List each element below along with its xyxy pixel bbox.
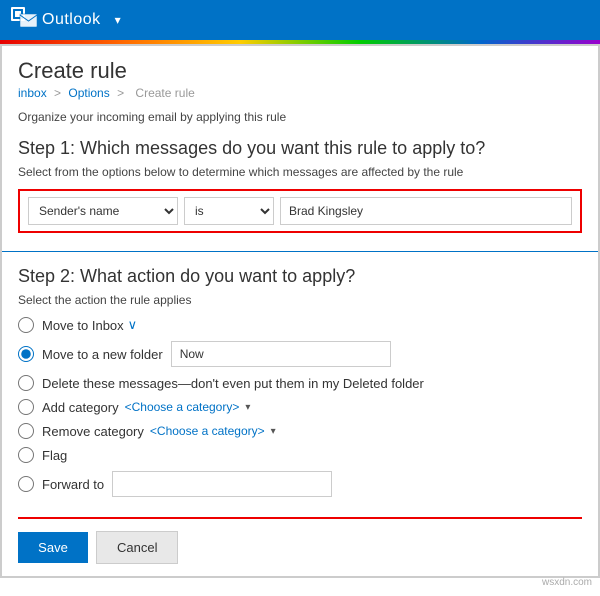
- add-category-dropdown[interactable]: <Choose a category>: [125, 400, 240, 414]
- page-title: Create rule: [18, 58, 582, 84]
- action-item-move-folder: Move to a new folder: [18, 341, 582, 367]
- action-label-remove-category[interactable]: Remove category <Choose a category> ▾: [42, 424, 276, 439]
- button-row: Save Cancel: [18, 517, 582, 564]
- action-radio-add-category[interactable]: [18, 399, 34, 415]
- new-folder-input[interactable]: [171, 341, 391, 367]
- page-description: Organize your incoming email by applying…: [18, 110, 582, 124]
- forward-to-input[interactable]: [112, 471, 332, 497]
- inbox-dropdown-link[interactable]: ∨: [128, 317, 138, 333]
- breadcrumb-current: Create rule: [135, 86, 194, 100]
- action-label-add-category[interactable]: Add category <Choose a category> ▾: [42, 400, 250, 415]
- filter-field-select[interactable]: Sender's name From Subject To Body: [28, 197, 178, 225]
- breadcrumb: inbox > Options > Create rule: [18, 86, 582, 100]
- action-radio-move-folder[interactable]: [18, 346, 34, 362]
- action-radio-flag[interactable]: [18, 447, 34, 463]
- app-menu-dropdown[interactable]: ▾: [109, 9, 127, 31]
- remove-category-dropdown[interactable]: <Choose a category>: [150, 424, 265, 438]
- step2-description: Select the action the rule applies: [18, 293, 582, 307]
- action-label-move-inbox[interactable]: Move to Inbox ∨: [42, 317, 137, 333]
- action-radio-remove-category[interactable]: [18, 423, 34, 439]
- section-divider: [2, 251, 598, 252]
- action-item-remove-category: Remove category <Choose a category> ▾: [18, 423, 582, 439]
- action-label-flag[interactable]: Flag: [42, 448, 67, 463]
- outlook-logo-icon: [10, 6, 38, 34]
- top-bar: Outlook ▾: [0, 0, 600, 40]
- filter-condition-select[interactable]: is contains starts with ends with: [184, 197, 274, 225]
- breadcrumb-inbox[interactable]: inbox: [18, 86, 47, 100]
- step1-description: Select from the options below to determi…: [18, 165, 582, 179]
- outlook-logo: Outlook: [10, 6, 101, 34]
- action-label-forward[interactable]: Forward to: [42, 477, 104, 492]
- main-content: Create rule inbox > Options > Create rul…: [0, 44, 600, 578]
- app-name-label: Outlook: [42, 11, 101, 29]
- action-radio-delete[interactable]: [18, 375, 34, 391]
- action-item-move-inbox: Move to Inbox ∨: [18, 317, 582, 333]
- step1-title: Step 1: Which messages do you want this …: [18, 138, 582, 159]
- filter-row: Sender's name From Subject To Body is co…: [18, 189, 582, 233]
- action-item-delete: Delete these messages—don't even put the…: [18, 375, 582, 391]
- action-label-delete[interactable]: Delete these messages—don't even put the…: [42, 376, 424, 391]
- action-item-flag: Flag: [18, 447, 582, 463]
- action-radio-forward[interactable]: [18, 476, 34, 492]
- action-item-add-category: Add category <Choose a category> ▾: [18, 399, 582, 415]
- save-button[interactable]: Save: [18, 532, 88, 563]
- action-radio-move-inbox[interactable]: [18, 317, 34, 333]
- action-list: Move to Inbox ∨ Move to a new folder Del…: [18, 317, 582, 497]
- action-label-move-folder[interactable]: Move to a new folder: [42, 347, 163, 362]
- action-item-forward: Forward to: [18, 471, 582, 497]
- watermark: wsxdn.com: [542, 577, 592, 588]
- filter-value-input[interactable]: [280, 197, 572, 225]
- cancel-button[interactable]: Cancel: [96, 531, 178, 564]
- step2-title: Step 2: What action do you want to apply…: [18, 266, 582, 287]
- breadcrumb-options[interactable]: Options: [68, 86, 109, 100]
